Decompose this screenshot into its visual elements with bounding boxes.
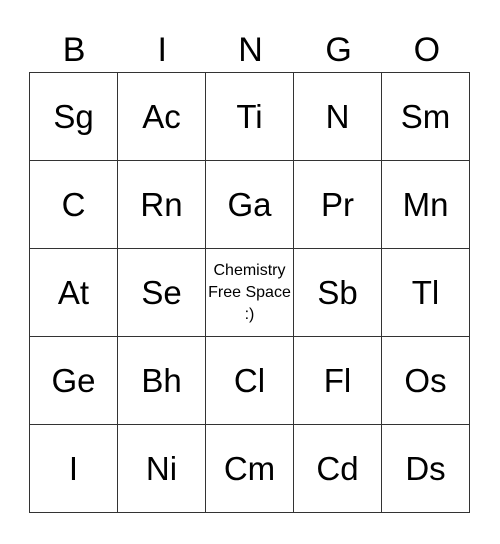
bingo-cell[interactable]: Ti [205, 72, 294, 161]
header-letter: I [157, 31, 167, 69]
bingo-cell[interactable]: Ga [205, 160, 294, 249]
free-space-cell[interactable]: Chemistry Free Space :) [205, 248, 294, 337]
bingo-cell[interactable]: Pr [293, 160, 382, 249]
header-letter: O [413, 31, 441, 69]
bingo-cell[interactable]: Sm [381, 72, 470, 161]
bingo-cell[interactable]: Ni [117, 424, 206, 513]
bingo-row: At Se Chemistry Free Space :) Sb Tl [29, 248, 470, 337]
header-letter: G [325, 31, 352, 69]
bingo-cell[interactable]: Os [381, 336, 470, 425]
bingo-cell[interactable]: Ac [117, 72, 206, 161]
bingo-header: BINGO [30, 28, 471, 72]
bingo-cell[interactable]: Rn [117, 160, 206, 249]
bingo-row: Sg Ac Ti N Sm [29, 72, 470, 161]
bingo-cell[interactable]: N [293, 72, 382, 161]
bingo-cell[interactable]: Tl [381, 248, 470, 337]
bingo-cell[interactable]: Fl [293, 336, 382, 425]
header-letter: B [62, 31, 86, 69]
bingo-cell[interactable]: Sb [293, 248, 382, 337]
bingo-cell[interactable]: Ds [381, 424, 470, 513]
bingo-cell[interactable]: Sg [29, 72, 118, 161]
bingo-cell[interactable]: Se [117, 248, 206, 337]
bingo-cell[interactable]: Cm [205, 424, 294, 513]
bingo-row: I Ni Cm Cd Ds [29, 424, 470, 513]
bingo-cell[interactable]: C [29, 160, 118, 249]
bingo-row: C Rn Ga Pr Mn [29, 160, 470, 249]
bingo-cell[interactable]: Cd [293, 424, 382, 513]
bingo-cell[interactable]: Cl [205, 336, 294, 425]
bingo-grid: Sg Ac Ti N Sm C Rn Ga Pr Mn At Se Chemistry Free Spa… [29, 72, 470, 513]
bingo-cell[interactable]: Bh [117, 336, 206, 425]
header-letter: N [238, 31, 263, 69]
bingo-cell[interactable]: I [29, 424, 118, 513]
bingo-cell[interactable]: Mn [381, 160, 470, 249]
bingo-cell[interactable]: At [29, 248, 118, 337]
bingo-cell[interactable]: Ge [29, 336, 118, 425]
bingo-row: Ge Bh Cl Fl Os [29, 336, 470, 425]
